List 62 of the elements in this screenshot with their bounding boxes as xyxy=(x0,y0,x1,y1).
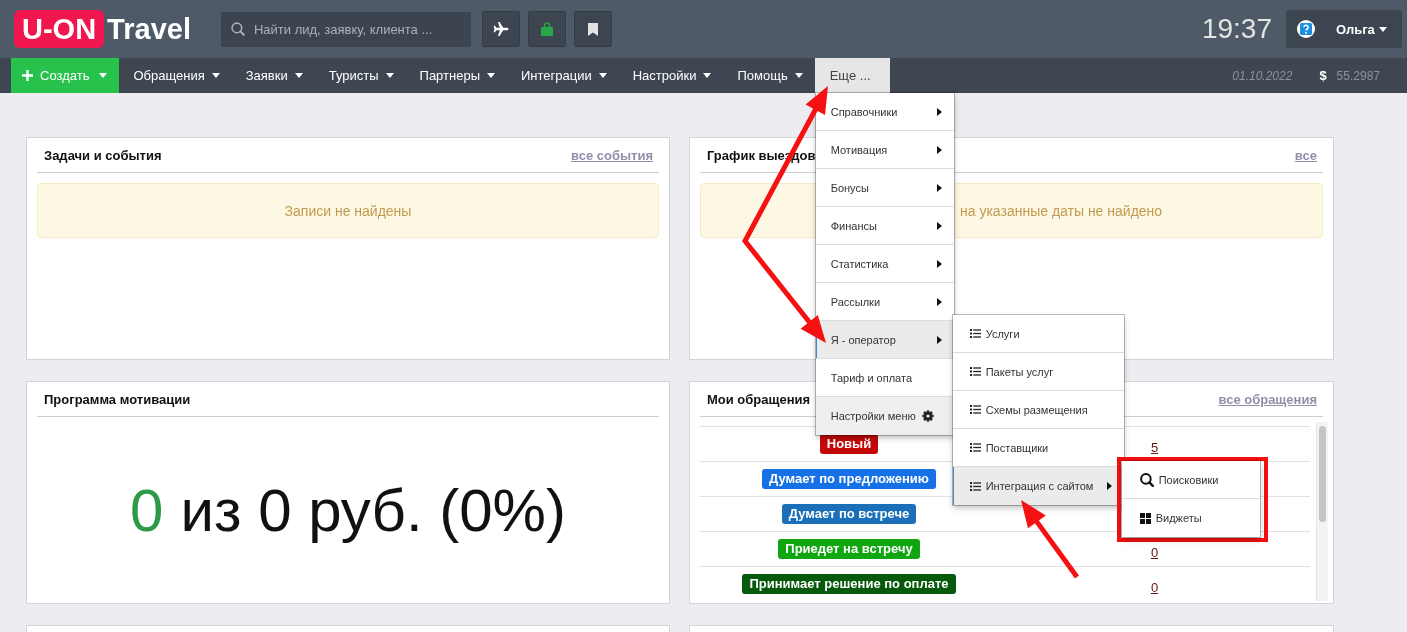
menu-item[interactable]: Я - оператор xyxy=(815,321,954,359)
panel-title: Программа мотивации xyxy=(44,391,191,407)
user-menu-button[interactable]: Ольга xyxy=(1286,10,1402,48)
bookmark-icon xyxy=(587,22,598,36)
caret-icon xyxy=(487,73,495,78)
list-icon xyxy=(969,405,981,414)
caret-icon xyxy=(794,73,803,78)
logo-text: Travel xyxy=(107,12,191,46)
caret-icon xyxy=(598,73,607,78)
empty-notice: Записи не найдены xyxy=(37,183,659,238)
help-icon xyxy=(1297,20,1315,38)
caret-icon xyxy=(211,73,220,78)
toolbar-button[interactable] xyxy=(573,11,612,47)
clock: 19:37 xyxy=(1201,13,1272,45)
panel-title: Задачи и события xyxy=(44,147,162,163)
grid-icon xyxy=(1139,512,1151,524)
menu-item[interactable]: Пакеты услуг xyxy=(952,353,1124,391)
shopping-bag-icon xyxy=(540,22,553,36)
logo-mark: U-ON xyxy=(14,10,105,48)
status-tag: Думает по встрече xyxy=(781,504,917,524)
date-label: 01.10.2022 xyxy=(1232,68,1293,83)
achieved-amount: 0 xyxy=(130,475,164,545)
search-icon xyxy=(1139,472,1154,487)
menu-item[interactable]: Настройки меню xyxy=(815,397,954,435)
caret-icon xyxy=(1378,26,1387,32)
nav-menu-item[interactable]: Заявки xyxy=(231,58,315,93)
settings-icon xyxy=(921,410,934,422)
caret-icon xyxy=(99,73,108,78)
list-icon xyxy=(969,481,981,491)
nav-menu-item[interactable]: Интеграции xyxy=(507,58,619,93)
list-icon xyxy=(969,367,981,376)
count-link[interactable]: 0 xyxy=(1150,581,1159,595)
nav-menu-item[interactable]: Обращения xyxy=(119,58,232,93)
menu-item[interactable]: Виджеты xyxy=(1121,499,1260,537)
panel-title: Мои обращения xyxy=(707,391,811,407)
nav-menu-item[interactable]: Настройки xyxy=(618,58,724,93)
status-tag: Думает по предложению xyxy=(762,469,936,489)
nav-menu-item[interactable]: Партнеры xyxy=(405,58,507,93)
currency-symbol: $ xyxy=(1319,68,1327,83)
status-tag: Новый xyxy=(819,434,879,454)
count-link[interactable]: 5 xyxy=(1150,441,1159,455)
caret-icon xyxy=(385,73,394,78)
menu-item[interactable]: Интеграция с сайтом xyxy=(952,467,1124,505)
nav-menu-item[interactable]: Туристы xyxy=(314,58,406,93)
caret-icon xyxy=(294,73,303,78)
plus-icon xyxy=(22,70,33,81)
scrollbar-thumb[interactable] xyxy=(1319,426,1326,522)
caret-icon xyxy=(703,73,712,78)
list-icon xyxy=(969,329,981,338)
list-icon xyxy=(969,443,981,452)
search-field[interactable]: Найти лид, заявку, клиента ... xyxy=(220,11,471,47)
toolbar-button[interactable] xyxy=(481,11,520,47)
menu-item[interactable]: Поисковики xyxy=(1121,461,1260,499)
more-menu-item[interactable]: Еще ... xyxy=(814,58,890,93)
count-link[interactable]: 0 xyxy=(1150,546,1159,560)
search-icon xyxy=(230,21,245,36)
plane-icon xyxy=(492,22,509,36)
nav-menu-item[interactable]: Помощь xyxy=(723,58,815,93)
exchange-rate: 55.2987 xyxy=(1336,68,1380,83)
status-tag: Принимает решение по оплате xyxy=(742,574,956,594)
status-tag: Приедет на встречу xyxy=(778,539,920,559)
target-amount: из 0 руб. (0%) xyxy=(180,475,566,545)
